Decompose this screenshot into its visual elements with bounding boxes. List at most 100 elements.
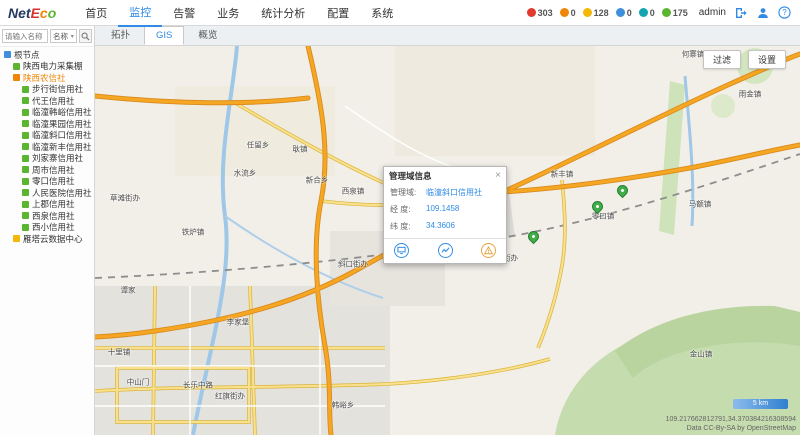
menu-item[interactable]: 业务 xyxy=(206,0,250,26)
tree-item[interactable]: 刘家寨信用社 xyxy=(0,153,94,165)
alarm-badge[interactable]: 128 xyxy=(583,8,609,18)
longitude-value: 109.1458 xyxy=(426,204,459,215)
neteco-app: NetEco 首页 监控 告警 业务 统计分析 配置 系统 303 xyxy=(0,0,800,435)
header-right: 303 0 128 0 0 175 admin ? xyxy=(527,5,792,20)
node-icon xyxy=(22,166,29,173)
alarm-dot-icon xyxy=(662,8,671,17)
search-input[interactable] xyxy=(2,29,48,43)
monitor-icon[interactable] xyxy=(394,243,409,258)
popup-label: 经 度: xyxy=(390,204,426,215)
tree-item[interactable]: 临潼新丰信用社 xyxy=(0,141,94,153)
help-icon[interactable]: ? xyxy=(777,5,792,20)
tree-item[interactable]: 临潼果园信用社 xyxy=(0,118,94,130)
node-icon xyxy=(22,224,29,231)
tree-item-label: 上郡信用社 xyxy=(32,199,75,211)
view-tab[interactable]: 概览 xyxy=(186,23,229,45)
alarm-badge[interactable]: 0 xyxy=(560,8,576,18)
tree-item[interactable]: 西小信用社 xyxy=(0,222,94,234)
tree-item[interactable]: 周市信用社 xyxy=(0,164,94,176)
popup-row-longitude: 经 度: 109.1458 xyxy=(384,201,506,218)
alarm-badge[interactable]: 0 xyxy=(616,8,632,18)
map-controls: 过滤 设置 xyxy=(703,50,786,69)
tree-item-label: 零口信用社 xyxy=(32,176,75,188)
tree-item[interactable]: 陕西农信社 xyxy=(0,72,94,84)
alarm-count: 0 xyxy=(571,8,576,18)
search-type-select[interactable]: 名称 ▾ xyxy=(50,29,77,43)
tree-item[interactable]: 陕西电力采集棚 xyxy=(0,61,94,73)
search-type-label: 名称 xyxy=(53,31,68,42)
tree-item-label: 临潼新丰信用社 xyxy=(32,141,92,153)
tree-item[interactable]: 零口信用社 xyxy=(0,176,94,188)
menu-item[interactable]: 配置 xyxy=(316,0,360,26)
chevron-down-icon: ▾ xyxy=(71,33,74,40)
main-menu: 首页 监控 告警 业务 统计分析 配置 系统 xyxy=(74,0,404,25)
node-icon xyxy=(22,212,29,219)
node-icon xyxy=(4,51,11,58)
node-icon xyxy=(22,178,29,185)
tree-item-label: 临潼斜口信用社 xyxy=(32,130,92,142)
settings-button[interactable]: 设置 xyxy=(748,50,786,69)
alarm-badge[interactable]: 303 xyxy=(527,8,553,18)
tree-item[interactable]: 临潼韩峪信用社 xyxy=(0,107,94,119)
logout-icon[interactable] xyxy=(733,5,748,20)
menu-item[interactable]: 统计分析 xyxy=(250,0,316,26)
view-tab[interactable]: GIS xyxy=(144,26,184,45)
popup-row-latitude: 纬 度: 34.3606 xyxy=(384,218,506,235)
domain-link[interactable]: 临潼斜口信用社 xyxy=(426,187,482,198)
main-content: 拓扑 GIS 概览 xyxy=(95,26,800,435)
close-icon[interactable]: × xyxy=(495,172,501,180)
tree-item[interactable]: 西泉信用社 xyxy=(0,210,94,222)
popup-row-domain: 管理域: 临潼斜口信用社 xyxy=(384,184,506,201)
username[interactable]: admin xyxy=(699,7,726,18)
menu-item[interactable]: 监控 xyxy=(118,0,162,27)
tree-item-label: 西泉信用社 xyxy=(32,210,75,222)
alarm-icon[interactable] xyxy=(481,243,496,258)
device-tree-panel: 名称 ▾ 根节点 陕西电力采集棚 陕 xyxy=(0,26,95,435)
tree-item[interactable]: 根节点 xyxy=(0,49,94,61)
tree-search-row: 名称 ▾ xyxy=(0,26,94,47)
logo-text: Net xyxy=(8,5,31,21)
node-icon xyxy=(22,143,29,150)
tree-item[interactable]: 雁塔云数据中心 xyxy=(0,233,94,245)
tree-item[interactable]: 人民医院信用社 xyxy=(0,187,94,199)
tree-item[interactable]: 步行街信用社 xyxy=(0,84,94,96)
node-icon xyxy=(13,74,20,81)
tree-item-label: 刘家寨信用社 xyxy=(32,153,83,165)
device-tree: 根节点 陕西电力采集棚 陕西农信社 步行街信用社 xyxy=(0,47,94,247)
popup-actions xyxy=(384,238,506,263)
tree-item-label: 雁塔云数据中心 xyxy=(23,233,83,245)
view-tabs: 拓扑 GIS 概览 xyxy=(95,26,800,46)
neteco-logo[interactable]: NetEco xyxy=(8,5,56,21)
alarm-count: 128 xyxy=(594,8,609,18)
tree-item-label: 陕西电力采集棚 xyxy=(23,61,83,73)
map-attribution: 109.217662812791,34.370384216308594 Data… xyxy=(666,415,796,433)
tree-item-label: 西小信用社 xyxy=(32,222,75,234)
alarm-dot-icon xyxy=(639,8,648,17)
alarm-badges: 303 0 128 0 0 175 xyxy=(527,8,688,18)
alarm-count: 0 xyxy=(627,8,632,18)
alarm-badge[interactable]: 175 xyxy=(662,8,688,18)
menu-item[interactable]: 首页 xyxy=(74,0,118,26)
tree-item-label: 周市信用社 xyxy=(32,164,75,176)
performance-icon[interactable] xyxy=(438,243,453,258)
tree-item-label: 代王信用社 xyxy=(32,95,75,107)
node-icon xyxy=(22,132,29,139)
node-icon xyxy=(13,235,20,242)
menu-item[interactable]: 告警 xyxy=(162,0,206,26)
popup-title: 管理域信息 xyxy=(389,170,432,182)
search-button[interactable] xyxy=(79,29,92,43)
tree-item[interactable]: 代王信用社 xyxy=(0,95,94,107)
alarm-count: 303 xyxy=(538,8,553,18)
tree-item[interactable]: 上郡信用社 xyxy=(0,199,94,211)
alarm-badge[interactable]: 0 xyxy=(639,8,655,18)
user-icon[interactable] xyxy=(755,5,770,20)
node-icon xyxy=(22,97,29,104)
svg-text:?: ? xyxy=(782,8,787,17)
filter-button[interactable]: 过滤 xyxy=(703,50,741,69)
tree-item[interactable]: 临潼斜口信用社 xyxy=(0,130,94,142)
tree-item-label: 根节点 xyxy=(14,49,40,61)
menu-item[interactable]: 系统 xyxy=(360,0,404,26)
node-icon xyxy=(22,86,29,93)
gis-map[interactable]: 草滩街办 耿镇 任留乡 水流乡 新合乡 西泉镇 新丰镇 何寨镇 雨金镇 xyxy=(95,46,800,435)
node-icon xyxy=(22,201,29,208)
